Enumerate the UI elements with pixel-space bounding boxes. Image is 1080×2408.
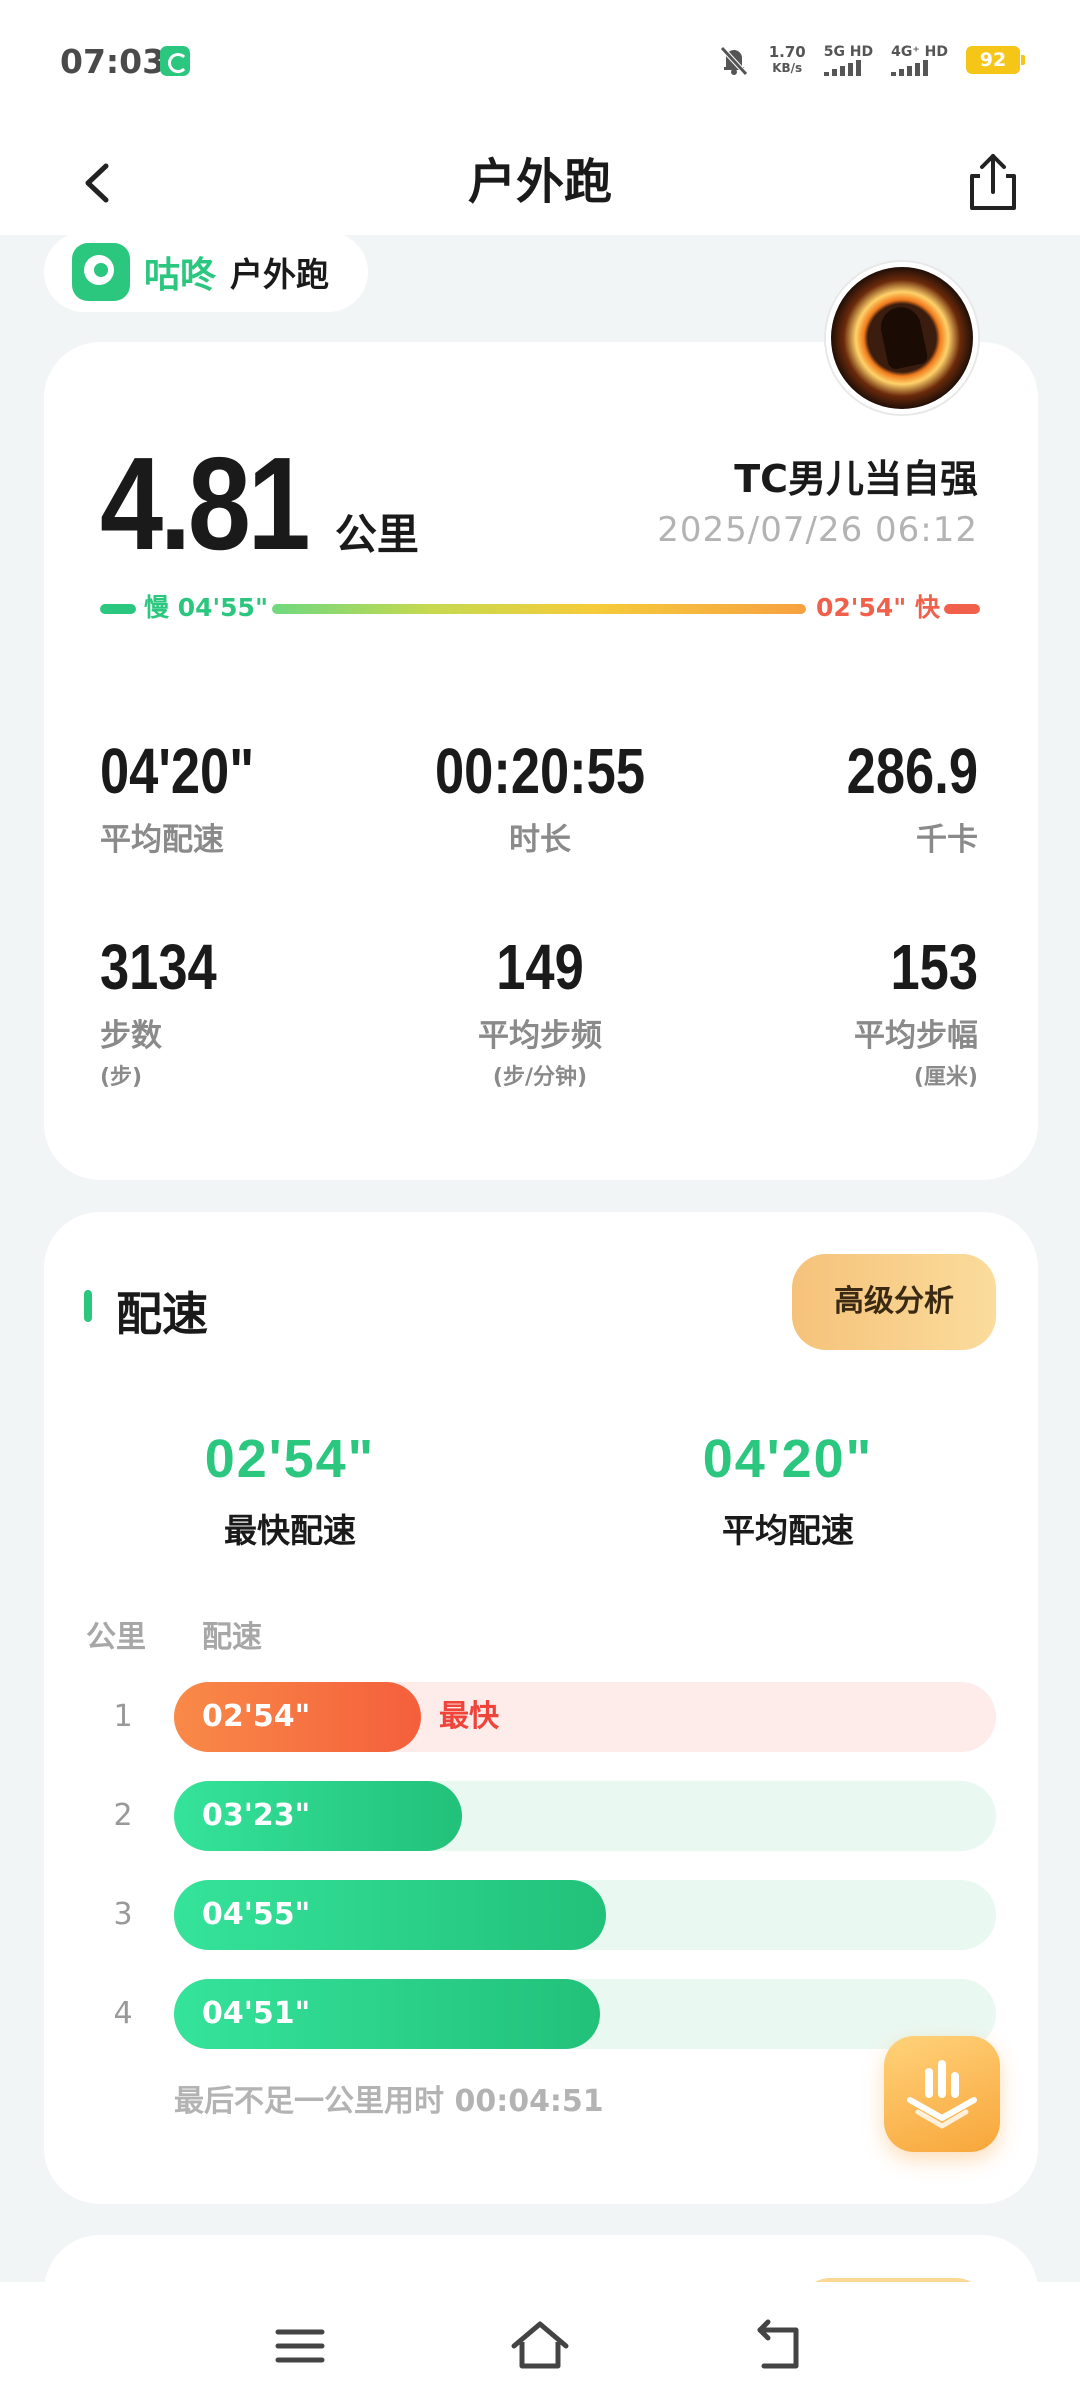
stat-label: 平均步频 [478,1018,602,1054]
distance-value: 4.81 [100,430,311,577]
split-track: 04'55" [174,1880,996,1950]
network-speed: 1.70 KB/s [769,44,806,76]
column-header-km: 公里 [86,1620,146,1655]
split-pace-value: 03'23" [202,1798,311,1833]
split-km-number: 2 [113,1798,133,1833]
slow-pace-label: 慢 04'55" [144,593,268,622]
sim2-signal: 4G⁺ HD [891,44,948,76]
avatar[interactable] [826,262,978,414]
split-row: 4 04'51" [86,1979,996,2049]
stat-unit: (步) [100,1065,143,1090]
home-button[interactable] [500,2306,580,2386]
split-row: 3 04'55" [86,1880,996,1950]
stat-value: 286.9 [846,735,978,807]
split-track: 03'23" [174,1781,996,1851]
run-date: 2025/07/26 06:12 [657,510,978,550]
brand-badge: 咕咚 户外跑 [44,232,368,312]
advanced-analysis-button[interactable]: 高级分析 [792,1254,996,1350]
codoon-logo-icon [72,243,130,301]
stat-calories: 286.9 千卡 [678,734,978,859]
net-speed-value: 1.70 [768,43,806,61]
slow-dash [100,604,136,614]
fastest-pace-value: 02'54" [204,1429,376,1489]
split-km-number: 1 [113,1699,133,1734]
home-icon [511,2321,569,2369]
sim2-label: 4G⁺ HD [891,44,948,60]
mute-bell-icon [717,43,751,77]
menu-button[interactable] [260,2306,340,2386]
share-button[interactable] [958,142,1028,222]
section-marker [84,1290,92,1322]
stat-value: 00:20:55 [434,735,646,807]
stat-unit: (步/分钟) [492,1065,588,1090]
brand-name: 咕咚 [144,255,217,296]
status-indicators: 1.70 KB/s 5G HD 4G⁺ HD 92 [717,40,1025,80]
signal-bars-icon [891,60,929,76]
user-name: TC男儿当自强 [734,457,978,501]
distance: 4.81 公里 [100,428,419,579]
distance-unit: 公里 [334,510,419,559]
sim1-label: 5G HD [823,44,874,60]
fastest-pace: 02'54" 最快配速 [120,1428,460,1552]
split-pace-value: 04'55" [202,1897,311,1932]
app-notification-icon [160,46,190,76]
nav-bar: 户外跑 [0,130,1080,235]
voice-chart-icon [907,2060,977,2129]
system-back-button[interactable] [740,2306,820,2386]
split-km-number: 4 [113,1996,133,2031]
stat-value: 3134 [100,931,217,1003]
average-pace-label: 平均配速 [722,1511,854,1550]
split-track: 02'54" 最快 [174,1682,996,1752]
stat-value: 149 [496,931,584,1003]
share-icon [970,154,1016,210]
stat-unit: (厘米) [913,1065,978,1090]
stat-label: 时长 [509,822,571,858]
split-fastest-tag: 最快 [439,1699,499,1734]
sim1-signal: 5G HD [823,44,874,76]
split-km-number: 3 [113,1897,133,1932]
stat-label: 千卡 [916,822,978,858]
status-bar: 07:03 1.70 KB/s 5G HD 4G⁺ HD 92 [0,0,1080,130]
column-header-pace: 配速 [202,1620,262,1655]
pace-gradient-bar [272,604,806,614]
split-pace-value: 02'54" [202,1699,311,1734]
average-pace-value: 04'20" [702,1429,874,1489]
stat-label: 平均步幅 [854,1018,978,1054]
split-pace-value: 04'51" [202,1996,311,2031]
average-pace: 04'20" 平均配速 [618,1428,958,1552]
signal-bars-icon [823,60,861,76]
stat-cadence: 149 平均步频 (步/分钟) [390,930,690,1091]
split-pace-bar: 03'23" [174,1781,462,1851]
fastest-pace-label: 最快配速 [224,1511,356,1550]
battery-indicator: 92 [966,46,1025,74]
stat-steps: 3134 步数 (步) [100,930,242,1091]
stat-value: 153 [890,931,978,1003]
fast-dash [944,604,980,614]
fast-pace-label: 02'54" 快 [816,593,940,622]
split-row: 1 02'54" 最快 [86,1682,996,1752]
last-segment-note: 最后不足一公里用时 00:04:51 [174,2084,604,2119]
stat-label: 平均配速 [100,822,224,858]
system-navigation-bar [0,2282,1080,2408]
stat-stride: 153 平均步幅 (厘米) [678,930,978,1091]
split-pace-bar: 04'55" [174,1880,606,1950]
stat-avg-pace: 04'20" 平均配速 [100,734,288,859]
pace-scale: 慢 04'55" 02'54" 快 [100,592,980,624]
split-pace-bar: 02'54" [174,1682,421,1752]
split-track: 04'51" [174,1979,996,2049]
net-speed-unit: KB/s [772,61,803,75]
pace-section-title: 配速 [116,1287,208,1341]
split-pace-bar: 04'51" [174,1979,600,2049]
stat-label: 步数 [100,1018,162,1054]
stat-duration: 00:20:55 时长 [390,734,690,859]
back-arrow-icon [757,2319,799,2369]
brand-activity: 户外跑 [230,255,330,294]
floating-analysis-button[interactable] [884,2036,1000,2152]
page-title: 户外跑 [467,154,612,210]
menu-icon [275,2329,325,2363]
status-time: 07:03 [60,42,166,81]
split-row: 2 03'23" [86,1781,996,1851]
stat-value: 04'20" [100,735,255,807]
